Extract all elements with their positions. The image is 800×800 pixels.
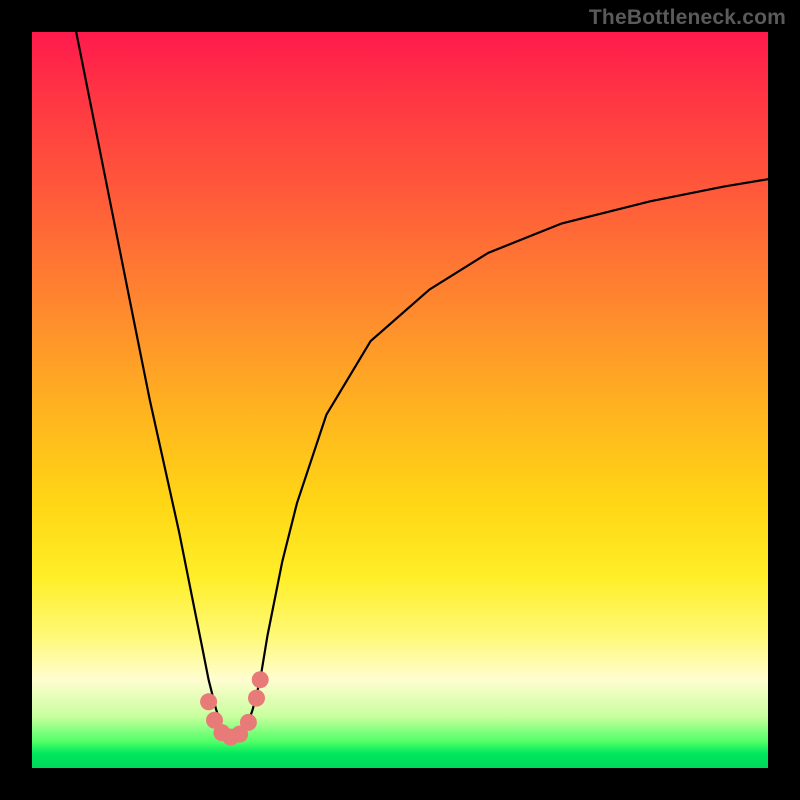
curve-svg [32,32,768,768]
curve-marker [252,671,269,688]
watermark-text: TheBottleneck.com [589,6,786,30]
bottleneck-curve [76,32,768,739]
curve-marker [200,693,217,710]
curve-marker [240,714,257,731]
chart-frame: TheBottleneck.com [0,0,800,800]
curve-marker [248,690,265,707]
plot-area [32,32,768,768]
